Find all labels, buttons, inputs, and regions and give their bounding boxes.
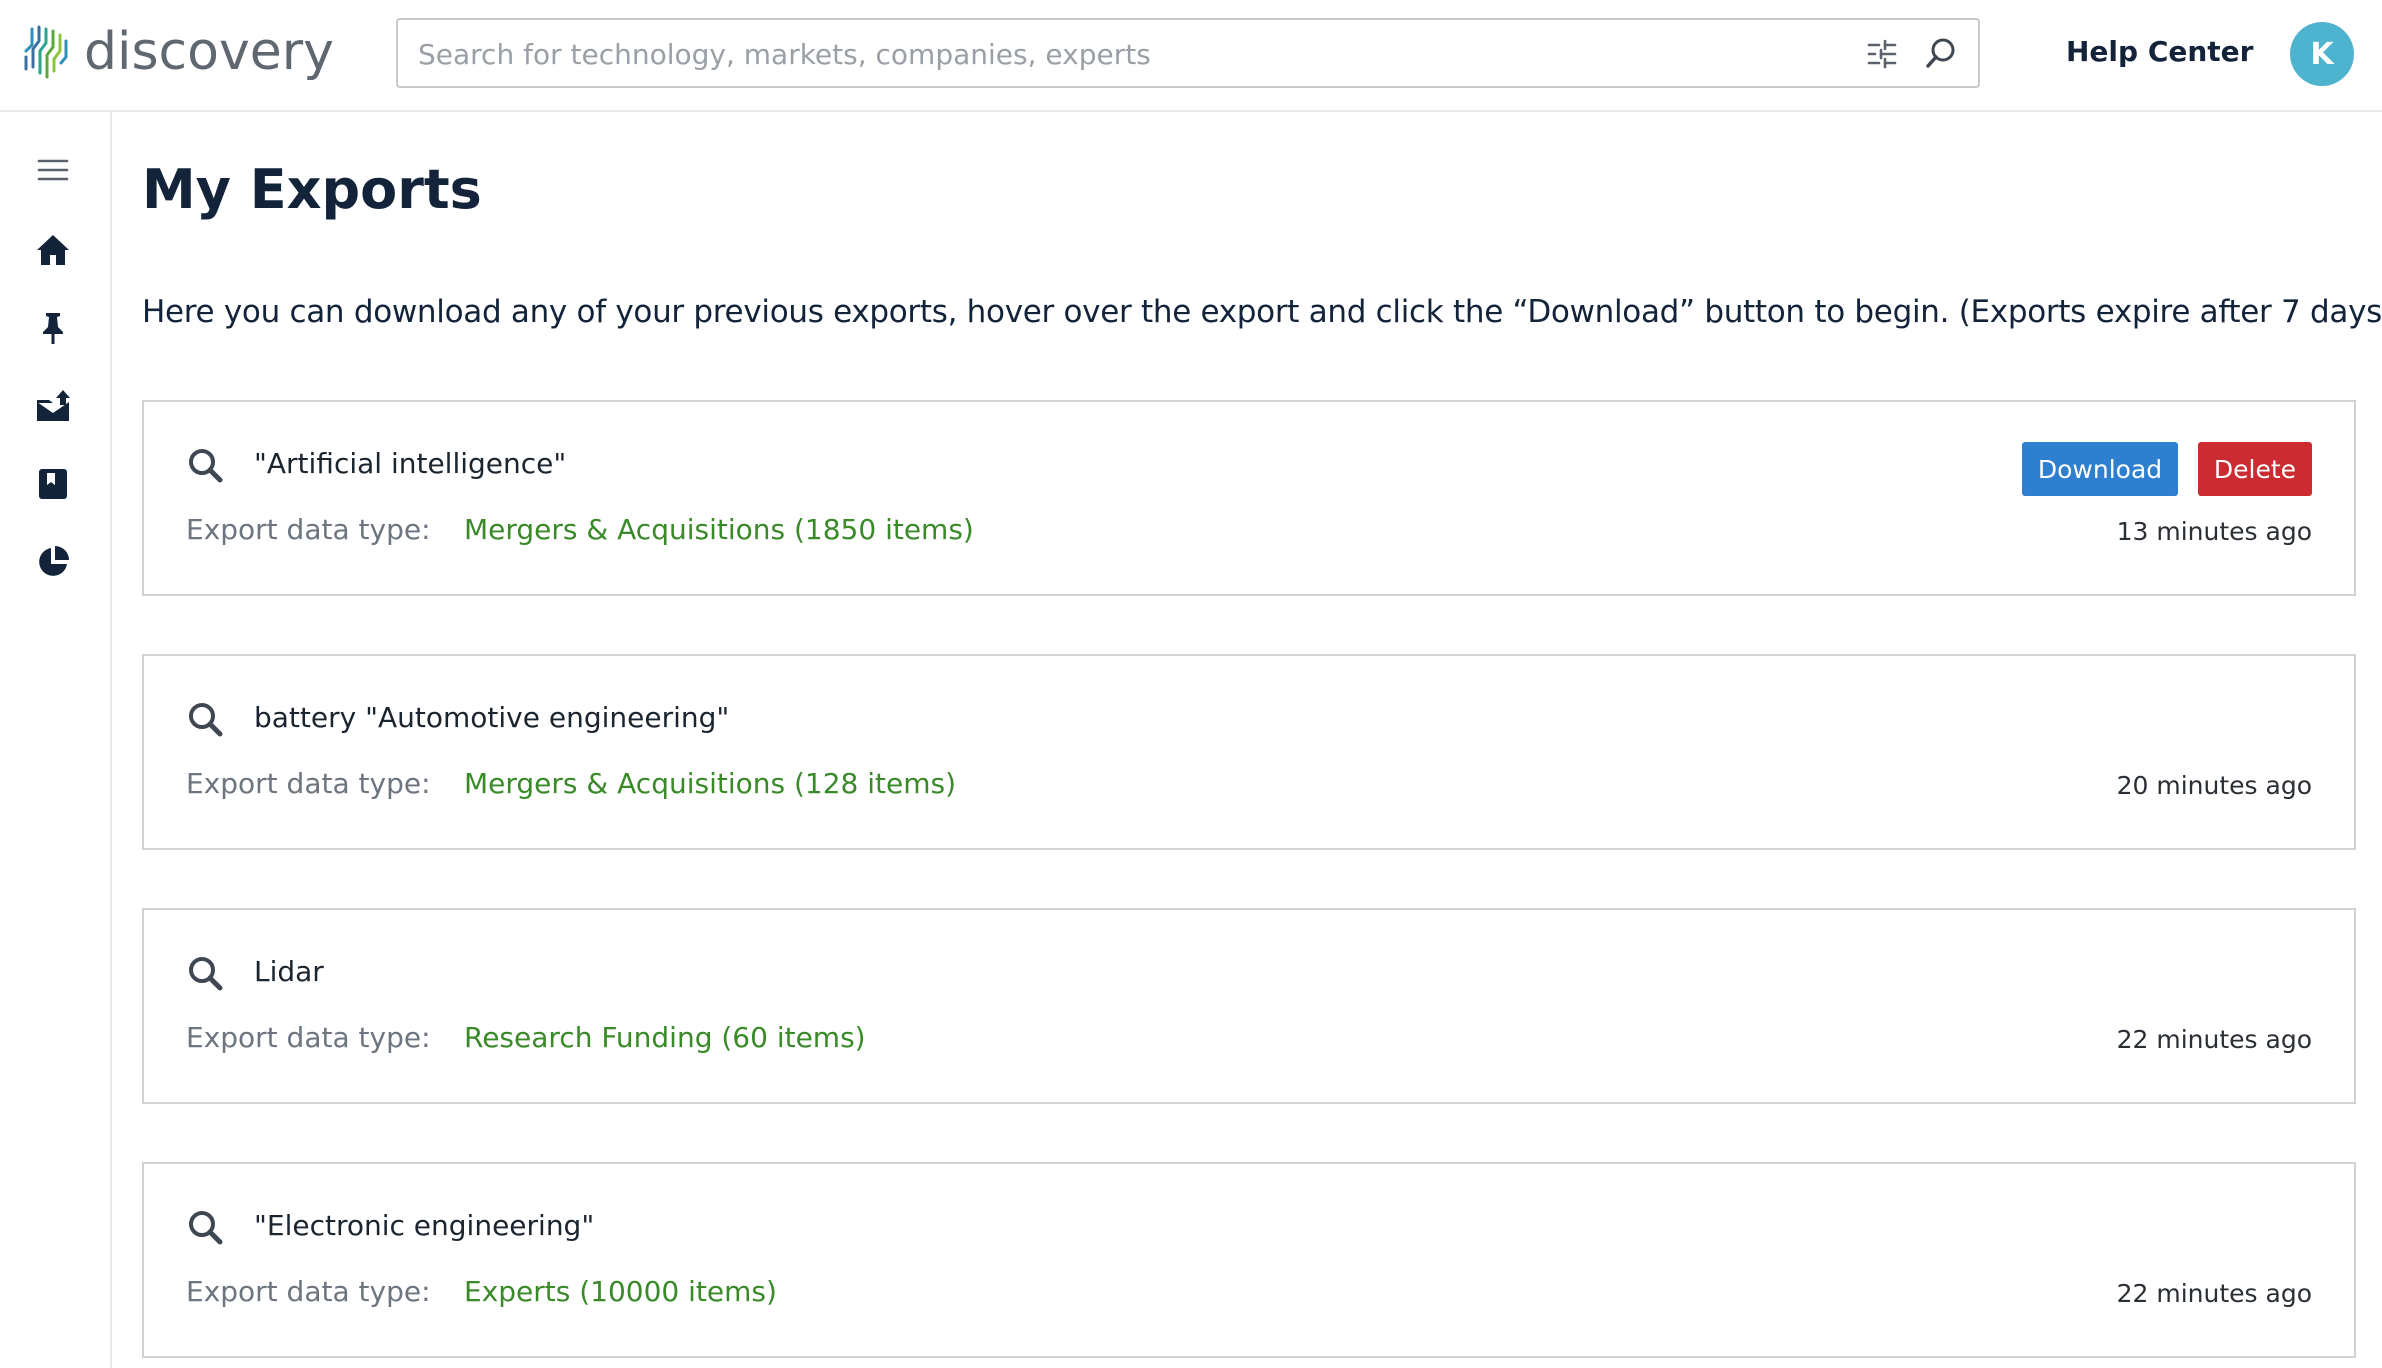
sidebar-item-analytics[interactable] [33,542,73,582]
sidebar-item-bookmarks[interactable] [33,464,73,504]
export-card[interactable]: battery "Automotive engineering" Export … [142,654,2356,850]
filter-icon[interactable] [1866,38,1898,70]
export-data-type-label: Export data type: [186,1016,431,1060]
export-data-type-label: Export data type: [186,1270,431,1314]
mail-upload-icon [35,388,71,424]
top-bar: discovery Help Center K [0,0,2382,112]
export-data-type-label: Export data type: [186,762,431,806]
search-icon [186,700,224,738]
export-query: battery "Automotive engineering" [254,696,729,740]
search-icon[interactable] [1924,36,1958,70]
export-timestamp: 22 minutes ago [2117,1018,2312,1062]
pie-chart-icon [35,544,71,580]
delete-button[interactable]: Delete [2198,442,2312,496]
avatar[interactable]: K [2290,22,2354,86]
sidebar-item-home[interactable] [33,230,73,270]
home-icon [35,232,71,268]
search-input[interactable] [416,20,1820,88]
export-card[interactable]: Lidar Export data type: Research Funding… [142,908,2356,1104]
sidebar [0,112,112,1368]
export-query: "Artificial intelligence" [254,442,566,486]
logo-icon [22,23,74,81]
sidebar-item-pinned[interactable] [33,308,73,348]
logo[interactable]: discovery [22,22,334,82]
export-data-type: Mergers & Acquisitions (128 items) [464,762,956,806]
export-data-type: Experts (10000 items) [464,1270,777,1314]
export-query: "Electronic engineering" [254,1204,594,1248]
page-intro: Here you can download any of your previo… [142,290,2382,334]
search-bar [396,18,1980,88]
export-query: Lidar [254,950,324,994]
export-card[interactable]: "Artificial intelligence" Export data ty… [142,400,2356,596]
logo-text: discovery [84,22,334,82]
export-timestamp: 20 minutes ago [2117,764,2312,808]
search-icon [186,954,224,992]
export-card[interactable]: "Electronic engineering" Export data typ… [142,1162,2356,1358]
pin-icon [35,310,71,346]
export-data-type: Mergers & Acquisitions (1850 items) [464,508,974,552]
help-center-link[interactable]: Help Center [2066,30,2253,74]
page-title: My Exports [142,150,482,230]
export-data-type: Research Funding (60 items) [464,1016,866,1060]
search-icon [186,1208,224,1246]
search-icon [186,446,224,484]
export-timestamp: 13 minutes ago [2117,510,2312,554]
export-data-type-label: Export data type: [186,508,431,552]
export-timestamp: 22 minutes ago [2117,1272,2312,1316]
bookmark-icon [35,466,71,502]
sidebar-item-exports[interactable] [33,386,73,426]
menu-icon [35,152,71,188]
sidebar-item-menu[interactable] [33,150,73,190]
download-button[interactable]: Download [2022,442,2178,496]
